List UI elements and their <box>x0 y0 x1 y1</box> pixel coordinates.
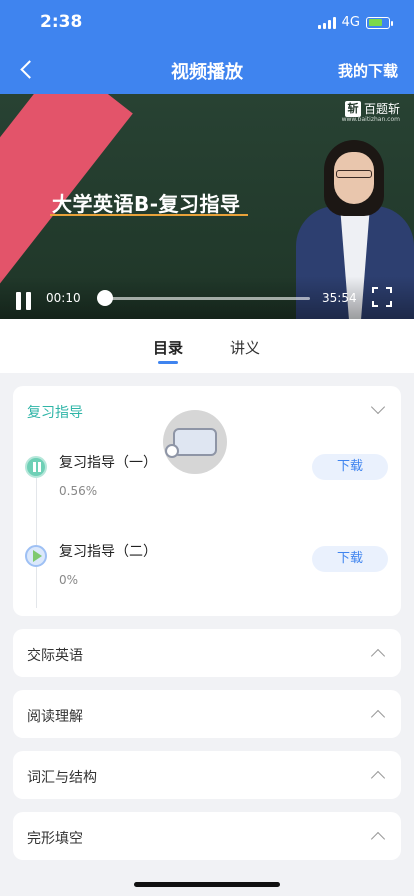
download-button[interactable]: 下载 <box>312 546 388 572</box>
section-title: 词汇与结构 <box>27 770 97 786</box>
section-card[interactable]: 交际英语 <box>13 629 401 677</box>
signal-icon <box>317 16 336 29</box>
chevron-up-icon[interactable] <box>370 709 386 725</box>
section-card[interactable]: 完形填空 <box>13 812 401 860</box>
status-time: 2:38 <box>40 12 83 32</box>
network-type: 4G <box>341 15 360 30</box>
tab-indicator <box>158 361 178 364</box>
fullscreen-icon[interactable] <box>372 287 392 307</box>
brand-mark-icon: 斩 <box>344 100 361 117</box>
lesson-name[interactable]: 复习指导（一） <box>59 452 157 472</box>
video-title-overlay: 大学英语B-复习指导 <box>52 192 241 216</box>
chevron-down-icon[interactable] <box>370 399 386 415</box>
play-circle-icon[interactable] <box>25 545 47 567</box>
brand-url: www.baitizhan.com <box>341 116 400 123</box>
section-title: 完形填空 <box>27 831 83 847</box>
app-header: 2:38 4G 视频播放 我的下载 <box>0 0 414 94</box>
lesson-name[interactable]: 复习指导（二） <box>59 541 157 561</box>
tab-handout[interactable]: 讲义 <box>230 337 260 358</box>
pause-circle-icon[interactable] <box>25 456 47 478</box>
section-title: 交际英语 <box>27 648 83 664</box>
lesson-timeline <box>36 478 37 608</box>
section-card[interactable]: 阅读理解 <box>13 690 401 738</box>
floating-assistant-button[interactable] <box>163 410 227 474</box>
chevron-up-icon[interactable] <box>370 648 386 664</box>
title-underline <box>50 214 248 216</box>
pause-button[interactable] <box>14 292 34 310</box>
assistant-robot-icon <box>173 428 217 456</box>
section-title: 阅读理解 <box>27 709 83 725</box>
tab-catalog[interactable]: 目录 <box>153 337 183 358</box>
lesson-progress: 0.56% <box>59 484 98 498</box>
home-indicator <box>134 882 280 887</box>
my-downloads-link[interactable]: 我的下载 <box>338 60 398 81</box>
progress-track[interactable] <box>104 297 310 300</box>
chevron-up-icon[interactable] <box>370 831 386 847</box>
progress-knob[interactable] <box>97 290 114 306</box>
section-card[interactable]: 词汇与结构 <box>13 751 401 799</box>
chevron-up-icon[interactable] <box>370 770 386 786</box>
brand-name: 百题斩 <box>363 102 400 116</box>
current-time: 00:10 <box>46 291 81 305</box>
assistant-bubble-icon <box>165 444 179 458</box>
section-title[interactable]: 复习指导 <box>27 402 83 422</box>
download-button[interactable]: 下载 <box>312 454 388 480</box>
status-indicators: 4G <box>317 15 393 30</box>
total-time: 35:54 <box>322 291 357 305</box>
content-tabs: 目录 讲义 <box>0 319 414 373</box>
lesson-progress: 0% <box>59 573 79 587</box>
battery-icon <box>366 16 393 29</box>
brand-logo: 斩 百题斩 <box>344 100 400 117</box>
